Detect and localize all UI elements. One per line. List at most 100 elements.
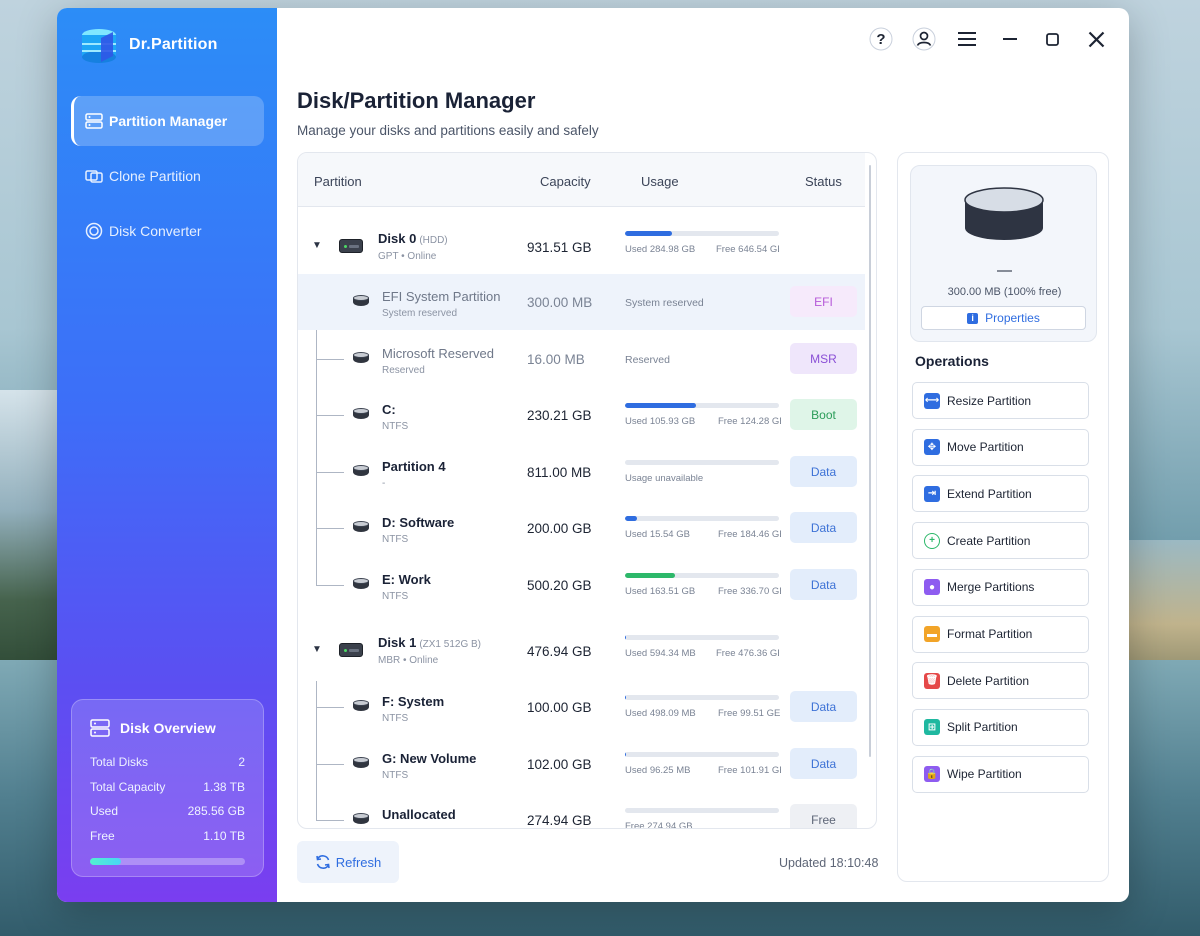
operation-label: Move Partition: [947, 440, 1024, 455]
partition-icon: [353, 757, 369, 770]
trash-icon: 🗑: [924, 672, 940, 689]
properties-button[interactable]: i Properties: [921, 306, 1086, 330]
status-badge: Data: [790, 456, 857, 487]
split-partition-button[interactable]: ⊞ Split Partition: [912, 708, 1089, 746]
overview-row-free: Free 1.10 TB: [90, 824, 245, 849]
desktop-background-shore: [1120, 540, 1200, 680]
partition-capacity: 102.00 GB: [527, 757, 592, 772]
app-window: Dr.Partition Partition Manager Clone Par…: [57, 8, 1129, 902]
delete-partition-button[interactable]: 🗑 Delete Partition: [912, 662, 1089, 700]
move-partition-button[interactable]: ✥ Move Partition: [912, 428, 1089, 466]
column-header-usage[interactable]: Usage: [641, 174, 679, 189]
merge-partitions-button[interactable]: ● Merge Partitions: [912, 568, 1089, 606]
maximize-icon[interactable]: [1040, 27, 1064, 51]
partition-free-text: Free 124.28 GE: [718, 416, 781, 427]
partition-row[interactable]: G: New Volume NTFS 102.00 GB Used 96.25 MB F…: [298, 736, 865, 792]
resize-partition-button[interactable]: ⟷ Resize Partition: [912, 382, 1089, 419]
minimize-icon[interactable]: [998, 27, 1022, 51]
partition-free-text: Free 184.46 GE: [718, 529, 781, 540]
help-icon[interactable]: ?: [869, 27, 893, 51]
expand-caret-icon[interactable]: ▼: [312, 644, 322, 655]
overview-row-total-disks: Total Disks 2: [90, 750, 245, 775]
close-icon[interactable]: [1084, 27, 1108, 51]
partition-usage-bar-fill: [625, 516, 637, 521]
disk-row[interactable]: ▼ Disk 0 (HDD) GPT • Online 931.51 GB Used 28…: [298, 215, 865, 277]
partition-icon-top: [353, 295, 369, 301]
merge-icon: ●: [924, 579, 940, 596]
status-badge: MSR: [790, 343, 857, 374]
selected-partition-name: —: [997, 262, 1012, 279]
refresh-label: Refresh: [335, 854, 382, 870]
partition-row[interactable]: EFI System Partition System reserved 300.0…: [298, 274, 865, 330]
disk-overview-icon: [90, 719, 110, 737]
partition-icon: [353, 578, 369, 591]
user-account-icon[interactable]: [912, 27, 936, 51]
partition-usage-bar-fill: [625, 695, 626, 700]
create-icon: +: [924, 532, 940, 549]
column-header-capacity[interactable]: Capacity: [540, 174, 591, 189]
table-scrollbar[interactable]: [869, 165, 871, 757]
partition-icon-top: [353, 757, 369, 763]
extend-partition-button[interactable]: ⇥ Extend Partition: [912, 475, 1089, 513]
overview-value: 285.56 GB: [187, 804, 245, 819]
partition-name: D: Software: [382, 515, 455, 530]
disk-name: Disk 0 (HDD): [378, 231, 448, 246]
partition-row[interactable]: E: Work NTFS 500.20 GB Used 163.51 GB Free 3…: [298, 557, 865, 613]
partition-usage-text: System reserved: [625, 297, 704, 309]
overview-label: Total Capacity: [90, 779, 166, 794]
disk-type: (HDD): [419, 235, 448, 246]
partition-filesystem: NTFS: [382, 421, 409, 432]
disk-overview-title-text: Disk Overview: [120, 720, 216, 736]
partition-icon: [353, 408, 369, 421]
nav-item-partition-manager[interactable]: Partition Manager: [71, 96, 264, 146]
operation-label: Wipe Partition: [947, 767, 1022, 782]
partition-row[interactable]: Unallocated - 274.94 GB Free 274.94 GB Free: [298, 792, 865, 829]
hard-disk-icon: [339, 643, 363, 657]
disk-used-text: Used 284.98 GB: [625, 244, 696, 255]
format-partition-button[interactable]: ▬ Format Partition: [912, 615, 1089, 653]
partition-used-text: Used 96.25 MB: [625, 765, 691, 776]
disk-name-text: Disk 1: [378, 635, 417, 650]
expand-caret-icon[interactable]: ▼: [312, 240, 322, 251]
partition-usage-bar-fill: [625, 573, 676, 578]
partition-name: C:: [382, 402, 396, 417]
move-icon: ✥: [924, 439, 940, 456]
nav-item-disk-converter[interactable]: Disk Converter: [71, 206, 264, 256]
status-badge: Data: [790, 748, 857, 779]
partition-filesystem: System reserved: [382, 308, 458, 319]
split-icon: ⊞: [924, 719, 940, 736]
column-header-status[interactable]: Status: [805, 174, 842, 189]
nav-item-clone-partition[interactable]: Clone Partition: [71, 151, 264, 201]
menu-icon[interactable]: [955, 27, 979, 51]
overview-label: Used: [90, 804, 119, 819]
partition-icon: [353, 465, 369, 478]
brand: Dr.Partition: [79, 26, 218, 64]
partition-name: Microsoft Reserved: [382, 346, 494, 361]
partition-name: EFI System Partition: [382, 289, 501, 304]
disk-converter-icon: [85, 222, 103, 240]
overview-usage-bar: [90, 858, 245, 865]
partition-free-text: Free 99.51 GE: [718, 708, 781, 719]
partition-row[interactable]: Partition 4 - 811.00 MB Usage unavailable Da…: [298, 444, 865, 500]
disk-usage-bar: [625, 231, 779, 236]
partition-row[interactable]: F: System NTFS 100.00 GB Used 498.09 MB Free…: [298, 679, 865, 735]
create-partition-button[interactable]: + Create Partition: [912, 522, 1089, 560]
partition-row[interactable]: C: NTFS 230.21 GB Used 105.93 GB Free 124.28…: [298, 387, 865, 443]
status-badge: Data: [790, 512, 857, 543]
app-logo-icon: [79, 26, 119, 64]
wipe-partition-button[interactable]: 🔒 Wipe Partition: [912, 755, 1089, 793]
partition-usage-bar: [625, 516, 779, 521]
partition-row[interactable]: D: Software NTFS 200.00 GB Used 15.54 GB Fre…: [298, 500, 865, 556]
folder-icon: ▬: [924, 626, 940, 642]
operations-title: Operations: [915, 353, 989, 369]
disk-row[interactable]: ▼ Disk 1 (ZX1 512G B) MBR • Online 476.94 GB…: [298, 619, 865, 681]
partition-used-text: Free 274.94 GB: [625, 821, 693, 829]
column-header-partition[interactable]: Partition: [314, 174, 362, 189]
operation-label: Merge Partitions: [947, 580, 1035, 595]
disk-illustration-icon: [964, 187, 1044, 240]
partition-row[interactable]: Microsoft Reserved Reserved 16.00 MB Reserv…: [298, 331, 865, 387]
partition-usage-bar-fill: [625, 403, 696, 408]
partition-icon-top: [353, 521, 369, 527]
refresh-button[interactable]: Refresh: [297, 841, 399, 883]
partition-icon-top: [353, 578, 369, 584]
